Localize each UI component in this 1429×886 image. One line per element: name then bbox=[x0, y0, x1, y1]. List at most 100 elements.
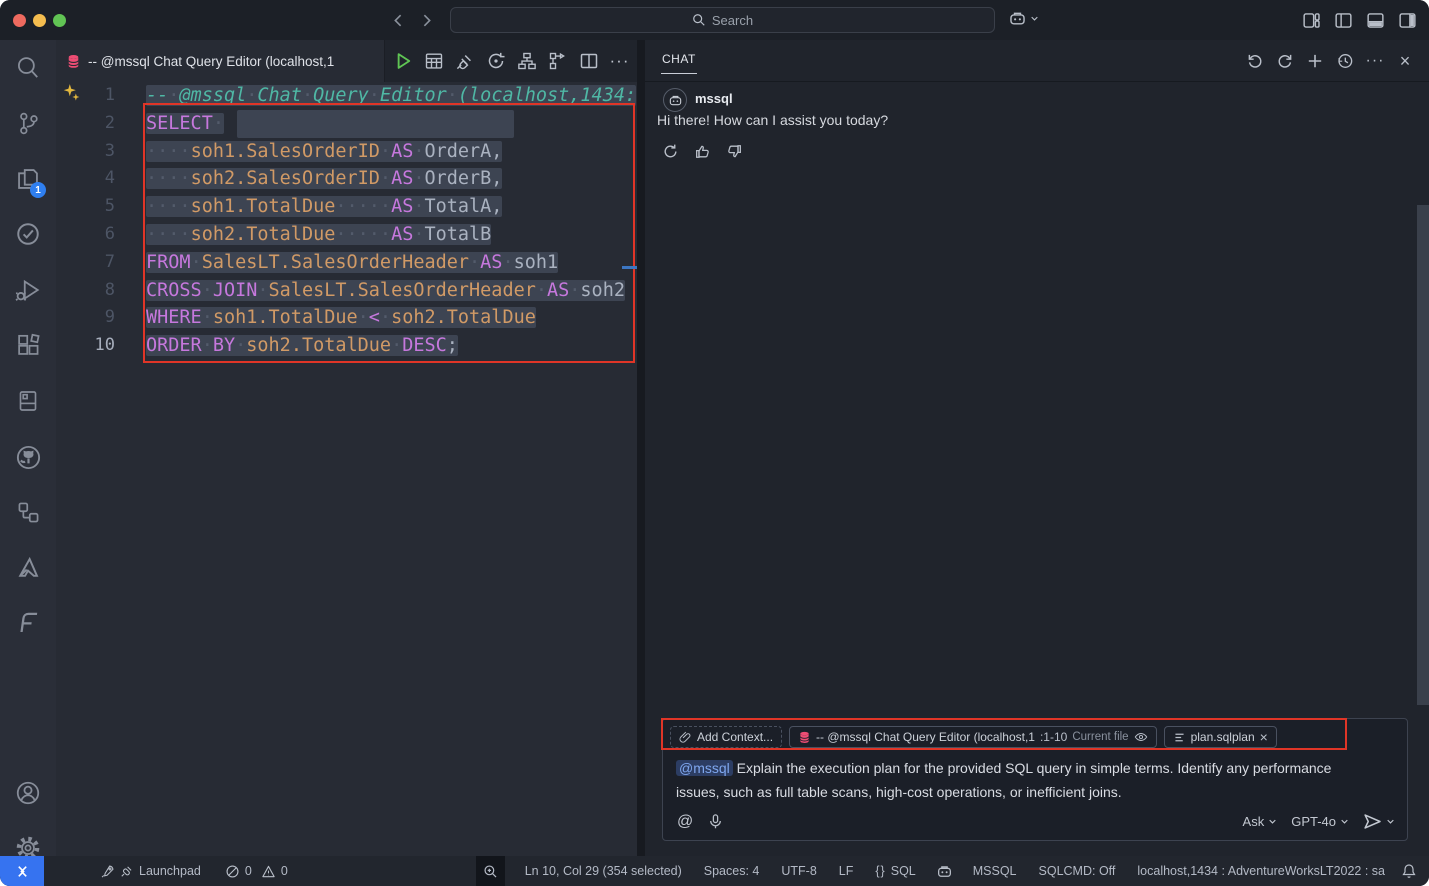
status-bar: Launchpad 0 0 Ln 10, Col 29 (354 selecte… bbox=[0, 856, 1429, 886]
notifications-bell-icon[interactable] bbox=[1401, 863, 1417, 879]
mode-dropdown[interactable]: Ask bbox=[1243, 814, 1278, 829]
code-line: 10ORDER·BY·soh2.TotalDue·DESC; bbox=[56, 332, 637, 360]
eol-indicator[interactable]: LF bbox=[839, 864, 854, 878]
code-line-content[interactable]: ····soh2.TotalDue·····AS·TotalB bbox=[146, 221, 491, 249]
code-line-content[interactable]: ····soh2.SalesOrderID·AS·OrderB, bbox=[146, 165, 502, 193]
search-view-icon[interactable] bbox=[4, 44, 52, 92]
redo-icon[interactable] bbox=[1275, 51, 1295, 71]
line-number: 5 bbox=[56, 193, 146, 221]
zoom-status-button[interactable] bbox=[476, 856, 505, 886]
editor-actions: ··· bbox=[391, 40, 631, 82]
sqlcmd-status[interactable]: SQLCMD: Off bbox=[1039, 864, 1116, 878]
refresh-intellisense-icon[interactable] bbox=[484, 50, 507, 73]
encoding[interactable]: UTF-8 bbox=[781, 864, 816, 878]
code-line: 2SELECT· bbox=[56, 110, 637, 138]
toggle-secondary-sidebar-icon[interactable] bbox=[1396, 9, 1419, 31]
connection-status[interactable]: localhost,1434 : AdventureWorksLT2022 : … bbox=[1137, 864, 1385, 878]
chat-tab[interactable]: CHAT bbox=[661, 48, 697, 74]
thumbs-up-icon[interactable] bbox=[693, 142, 711, 160]
fabric-view-icon[interactable] bbox=[4, 599, 52, 647]
new-chat-icon[interactable] bbox=[1305, 51, 1325, 71]
thumbs-down-icon[interactable] bbox=[725, 142, 743, 160]
line-number: 9 bbox=[56, 304, 146, 332]
run-and-debug-icon[interactable] bbox=[4, 266, 52, 314]
code-line-content[interactable]: WHERE·soh1.TotalDue·<·soh2.TotalDue bbox=[146, 304, 536, 332]
schema-visualizer-icon[interactable] bbox=[515, 50, 538, 73]
editor-tab-bar: -- @mssql Chat Query Editor (localhost,1 bbox=[56, 40, 637, 82]
file-context-chip[interactable]: -- @mssql Chat Query Editor (localhost,1… bbox=[789, 726, 1157, 748]
github-icon[interactable] bbox=[4, 433, 52, 481]
problems-indicator[interactable]: 0 0 bbox=[225, 864, 288, 879]
code-line: 9WHERE·soh1.TotalDue·<·soh2.TotalDue bbox=[56, 304, 637, 332]
files-copy-icon[interactable]: 1 bbox=[4, 155, 52, 203]
more-icon[interactable]: ··· bbox=[1365, 51, 1385, 71]
mention-icon[interactable]: @ bbox=[677, 813, 693, 831]
code-line-content[interactable]: FROM·SalesLT.SalesOrderHeader·AS·soh1 bbox=[146, 249, 558, 277]
source-control-icon[interactable] bbox=[4, 99, 52, 147]
navigate-back-icon[interactable] bbox=[386, 8, 410, 32]
minimize-window-button[interactable] bbox=[33, 14, 46, 27]
estimated-plan-icon[interactable] bbox=[546, 50, 569, 73]
testing-view-icon[interactable] bbox=[4, 210, 52, 258]
mode-label: Ask bbox=[1243, 814, 1265, 829]
connect-icon[interactable] bbox=[453, 50, 476, 73]
more-actions-icon[interactable]: ··· bbox=[608, 50, 631, 73]
editor-tab[interactable]: -- @mssql Chat Query Editor (localhost,1 bbox=[56, 40, 385, 82]
customize-layout-icon[interactable] bbox=[1300, 9, 1323, 31]
remove-chip-icon[interactable]: × bbox=[1260, 729, 1268, 745]
warnings-count: 0 bbox=[281, 864, 288, 878]
line-number: 4 bbox=[56, 165, 146, 193]
split-editor-icon[interactable] bbox=[577, 50, 600, 73]
braces-icon: {} bbox=[875, 864, 885, 878]
eye-icon[interactable] bbox=[1134, 730, 1148, 744]
copilot-menu-button[interactable] bbox=[1008, 9, 1039, 28]
line-number: 3 bbox=[56, 138, 146, 166]
model-dropdown[interactable]: GPT-4o bbox=[1291, 814, 1349, 829]
code-line-content[interactable]: ORDER·BY·soh2.TotalDue·DESC; bbox=[146, 332, 458, 360]
add-context-chip[interactable]: Add Context... bbox=[670, 726, 782, 748]
code-editor[interactable]: 1--·@mssql·Chat·Query·Editor·(localhost,… bbox=[56, 82, 637, 856]
close-panel-icon[interactable]: × bbox=[1395, 51, 1415, 71]
navigate-forward-icon[interactable] bbox=[414, 8, 438, 32]
code-line-content[interactable]: ····soh1.SalesOrderID·AS·OrderA, bbox=[146, 138, 502, 166]
code-line-content[interactable]: SELECT· bbox=[146, 110, 224, 138]
chevron-down-icon bbox=[1030, 14, 1039, 23]
microphone-icon[interactable] bbox=[707, 813, 724, 830]
editor-tab-title: -- @mssql Chat Query Editor (localhost,1 bbox=[88, 54, 334, 69]
chat-input-container[interactable]: Add Context... -- @mssql Chat Query Edit… bbox=[662, 718, 1408, 841]
toggle-primary-sidebar-icon[interactable] bbox=[1332, 9, 1355, 31]
toggle-panel-icon[interactable] bbox=[1364, 9, 1387, 31]
send-button[interactable] bbox=[1363, 812, 1395, 831]
code-line-content[interactable]: CROSS·JOIN·SalesLT.SalesOrderHeader·AS·s… bbox=[146, 277, 625, 305]
extensions-view-icon[interactable] bbox=[4, 321, 52, 369]
retry-icon[interactable] bbox=[661, 142, 679, 160]
copilot-icon bbox=[1008, 9, 1027, 28]
plan-file-chip[interactable]: plan.sqlplan × bbox=[1164, 726, 1277, 748]
results-grid-icon[interactable] bbox=[422, 50, 445, 73]
maximize-window-button[interactable] bbox=[53, 14, 66, 27]
cursor-position[interactable]: Ln 10, Col 29 (354 selected) bbox=[525, 864, 682, 878]
notebook-view-icon[interactable] bbox=[4, 377, 52, 425]
launchpad-button[interactable]: Launchpad bbox=[100, 864, 201, 879]
code-line-content[interactable]: --·@mssql·Chat·Query·Editor·(localhost,1… bbox=[146, 82, 636, 110]
undo-icon[interactable] bbox=[1245, 51, 1265, 71]
mention-token: @mssql bbox=[676, 760, 733, 776]
code-line-content[interactable]: ····soh1.TotalDue·····AS·TotalA, bbox=[146, 193, 502, 221]
account-icon[interactable] bbox=[4, 769, 52, 817]
mssql-status[interactable]: MSSQL bbox=[973, 864, 1017, 878]
indentation[interactable]: Spaces: 4 bbox=[704, 864, 760, 878]
connections-view-icon[interactable] bbox=[4, 488, 52, 536]
chat-scrollbar[interactable] bbox=[1417, 205, 1429, 705]
line-number: 8 bbox=[56, 277, 146, 305]
copilot-status-icon[interactable] bbox=[936, 863, 953, 880]
azure-view-icon[interactable] bbox=[4, 544, 52, 592]
command-center-search[interactable]: Search bbox=[450, 7, 995, 33]
close-window-button[interactable] bbox=[13, 14, 26, 27]
run-query-icon[interactable] bbox=[391, 50, 414, 73]
chat-input-text[interactable]: @mssql Explain the execution plan for th… bbox=[676, 757, 1348, 804]
copilot-sparkle-icon[interactable] bbox=[61, 83, 83, 105]
history-icon[interactable] bbox=[1335, 51, 1355, 71]
language-mode[interactable]: {} SQL bbox=[875, 864, 915, 878]
database-file-icon bbox=[66, 54, 81, 69]
remote-indicator[interactable] bbox=[0, 856, 44, 886]
